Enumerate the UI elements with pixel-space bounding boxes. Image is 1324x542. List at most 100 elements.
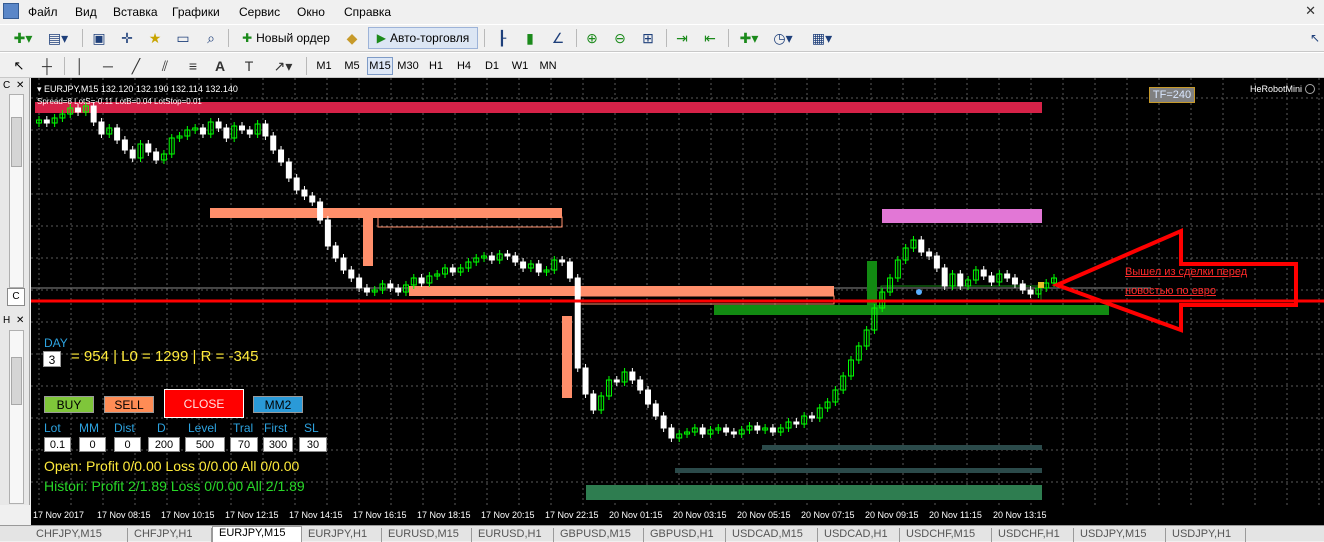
annotation-line-2: новостью по евро xyxy=(1125,285,1216,297)
standard-toolbar: ✚▾ ▤▾ ▣ ✛ ★ ▭ ⌕ ✚ Новый ордер ◆ ▶ Авто-тор… xyxy=(0,24,1324,52)
crosshair-icon[interactable]: ┼ xyxy=(36,55,58,77)
tile-windows-icon[interactable]: ⊞ xyxy=(636,27,660,49)
menu-help[interactable]: Справка xyxy=(344,5,391,19)
mm2-button[interactable]: MM2 xyxy=(253,396,303,413)
panel-scrollbar[interactable] xyxy=(9,94,24,288)
bar-chart-icon[interactable]: ┠ xyxy=(490,27,514,49)
templates-button[interactable]: ▦▾ xyxy=(806,27,838,49)
autoscroll-icon[interactable]: ⇥ xyxy=(670,27,694,49)
chart-tab[interactable]: GBPUSD,H1 xyxy=(644,528,726,542)
level-input[interactable]: 500 xyxy=(185,437,225,452)
fibonacci-icon[interactable]: ≡ xyxy=(182,55,204,77)
day-input[interactable]: 3 xyxy=(43,351,61,367)
text-label-icon[interactable]: T xyxy=(238,55,260,77)
day-stats: = 954 | L0 = 1299 | R = -345 xyxy=(71,348,259,365)
arrows-button[interactable]: ↗▾ xyxy=(268,55,298,77)
timeframe-h1[interactable]: H1 xyxy=(424,57,448,75)
price-chart[interactable]: ▾ EURJPY,M15 132.120 132.190 132.114 132… xyxy=(31,78,1324,505)
chart-tab[interactable]: CHFJPY,M15 xyxy=(30,528,128,542)
menu-insert[interactable]: Вставка xyxy=(113,5,158,19)
chart-shift-icon[interactable]: ⇤ xyxy=(698,27,722,49)
chart-tab[interactable]: USDJPY,H1 xyxy=(1166,528,1246,542)
teal-level-lower xyxy=(675,468,1042,473)
chart-tab[interactable]: USDCAD,M15 xyxy=(726,528,818,542)
menu-view[interactable]: Вид xyxy=(75,5,97,19)
chart-tab[interactable]: USDCHF,M15 xyxy=(900,528,992,542)
menu-tools[interactable]: Сервис xyxy=(239,5,280,19)
day-label: DAY xyxy=(44,336,68,350)
zoom-in-icon[interactable]: ⊕ xyxy=(580,27,604,49)
market-watch-icon[interactable]: ▣ xyxy=(88,27,110,49)
chart-tab[interactable]: USDJPY,M15 xyxy=(1074,528,1166,542)
first-input[interactable]: 300 xyxy=(263,437,293,452)
auto-trading-icon: ▶ xyxy=(376,31,386,45)
panel-scrollbar-2[interactable] xyxy=(9,330,24,504)
menu-charts[interactable]: Графики xyxy=(172,5,220,19)
metaeditor-icon[interactable]: ◆ xyxy=(340,27,364,49)
menu-file[interactable]: Файл xyxy=(28,5,58,19)
support-zone xyxy=(714,305,1109,315)
candle-body xyxy=(246,129,253,135)
timeframe-m5[interactable]: M5 xyxy=(340,57,364,75)
help-pointer-icon[interactable]: ↖ xyxy=(1308,27,1322,49)
chart-tab[interactable]: EURUSD,M15 xyxy=(382,528,472,542)
timeframe-h4[interactable]: H4 xyxy=(452,57,476,75)
time-axis-label: 20 Nov 09:15 xyxy=(865,510,919,520)
sell-button[interactable]: SELL xyxy=(104,396,154,413)
mm-input[interactable]: 0 xyxy=(79,437,106,452)
tral-input[interactable]: 70 xyxy=(230,437,258,452)
d-input[interactable]: 200 xyxy=(148,437,180,452)
buy-button[interactable]: BUY xyxy=(44,396,94,413)
text-tool-icon[interactable]: A xyxy=(212,55,228,77)
trendline-icon[interactable]: ╱ xyxy=(126,55,146,77)
chart-tab[interactable]: USDCAD,H1 xyxy=(818,528,900,542)
candle-body xyxy=(582,367,589,395)
timeframe-m15[interactable]: M15 xyxy=(367,57,393,75)
timeframe-w1[interactable]: W1 xyxy=(508,57,532,75)
timeframe-mn[interactable]: MN xyxy=(536,57,560,75)
lot-input[interactable]: 0.1 xyxy=(44,437,71,452)
timeframe-m30[interactable]: M30 xyxy=(396,57,420,75)
auto-trading-button[interactable]: ▶ Авто-торговля xyxy=(368,27,478,49)
terminal-icon[interactable]: ▭ xyxy=(172,27,194,49)
candle-body xyxy=(1027,289,1034,295)
chart-tab[interactable]: CHFJPY,H1 xyxy=(128,528,212,542)
strategy-tester-icon[interactable]: ⌕ xyxy=(200,27,222,49)
zoom-out-icon[interactable]: ⊖ xyxy=(608,27,632,49)
new-order-button[interactable]: ✚ Новый ордер xyxy=(234,27,338,49)
data-window-icon[interactable]: ✛ xyxy=(116,27,138,49)
chart-tab[interactable]: EURJPY,M15 xyxy=(212,526,302,542)
horizontal-line-icon[interactable]: ─ xyxy=(98,55,118,77)
timeframe-m1[interactable]: M1 xyxy=(312,57,336,75)
dist-input[interactable]: 0 xyxy=(114,437,141,452)
menu-window[interactable]: Окно xyxy=(297,5,325,19)
tab-c[interactable]: C xyxy=(7,288,25,306)
line-chart-icon[interactable]: ∠ xyxy=(546,27,570,49)
candlestick-icon[interactable]: ▮ xyxy=(518,27,542,49)
candle-body xyxy=(535,263,542,273)
periods-button[interactable]: ◷▾ xyxy=(768,27,798,49)
navigator-icon[interactable]: ★ xyxy=(144,27,166,49)
timeframe-d1[interactable]: D1 xyxy=(480,57,504,75)
candle-body xyxy=(239,125,245,131)
equidistant-channel-icon[interactable]: ⫽ xyxy=(154,55,176,77)
panel-close-icon[interactable]: ✕ xyxy=(16,80,24,91)
cursor-icon[interactable]: ↖ xyxy=(8,55,30,77)
scroll-thumb-2[interactable] xyxy=(11,357,22,405)
scroll-thumb[interactable] xyxy=(11,117,22,167)
chart-tab[interactable]: EURJPY,H1 xyxy=(302,528,382,542)
profiles-button[interactable]: ▤▾ xyxy=(44,27,72,49)
candle-body xyxy=(363,287,370,293)
close-button[interactable]: CLOSE xyxy=(164,389,244,418)
panel-close-icon-2[interactable]: ✕ xyxy=(16,315,24,326)
vertical-line-icon[interactable]: │ xyxy=(70,55,90,77)
close-icon[interactable]: ✕ xyxy=(1305,3,1316,19)
indicators-button[interactable]: ✚▾ xyxy=(734,27,764,49)
new-chart-button[interactable]: ✚▾ xyxy=(8,27,38,49)
dist-label: Dist xyxy=(114,421,135,435)
chart-tab[interactable]: USDCHF,H1 xyxy=(992,528,1074,542)
chart-tab[interactable]: EURUSD,H1 xyxy=(472,528,554,542)
candle-body xyxy=(504,253,511,257)
chart-tab[interactable]: GBPUSD,M15 xyxy=(554,528,644,542)
sl-input[interactable]: 30 xyxy=(299,437,327,452)
